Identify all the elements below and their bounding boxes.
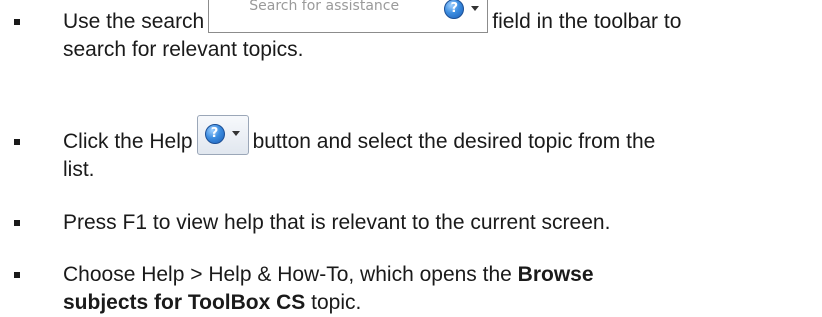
- item-1-line-2: search for relevant topics.: [63, 38, 304, 61]
- search-field-sample: Search for assistance?: [208, 0, 489, 33]
- search-help-dropdown: ?: [441, 0, 483, 21]
- item-3-line-1: Press F1 to view help that is relevant t…: [63, 211, 611, 234]
- help-icon: ?: [204, 124, 225, 144]
- topic-name-bold-cont: subjects for ToolBox CS: [63, 291, 306, 314]
- item-4-line-1: Choose Help > Help & How-To, which opens…: [63, 261, 818, 289]
- item-2-text-after: button and select the desired topic from…: [252, 130, 656, 153]
- bullet: [14, 220, 20, 226]
- bullet: [14, 139, 20, 145]
- help-dropdown: ?: [202, 122, 244, 146]
- item-2-line-2: list.: [63, 158, 95, 181]
- topic-name-bold: Browse: [517, 263, 594, 286]
- bullet: [14, 272, 20, 278]
- help-button-sample: ?: [196, 115, 249, 155]
- item-4-line-2: subjects for ToolBox CS topic.: [63, 289, 818, 317]
- caret-down-icon: [231, 131, 240, 136]
- item-2-text-before: Click the Help: [63, 130, 193, 153]
- help-icon: ?: [444, 0, 465, 19]
- item-1-text-after: field in the toolbar to: [492, 10, 682, 33]
- item-2-line-1: Click the Help? button and select the des…: [63, 115, 818, 156]
- item-1-text-before: Use the search: [63, 10, 205, 33]
- item-4-text-after: topic.: [311, 291, 362, 314]
- search-placeholder: Search for assistance: [249, 0, 400, 14]
- bullet: [14, 19, 20, 25]
- item-1-line-1: Use the search Search for assistance? fiel…: [63, 0, 818, 36]
- caret-down-icon: [471, 6, 480, 11]
- item-4-text-before: Choose Help > Help & How-To, which opens…: [63, 263, 512, 286]
